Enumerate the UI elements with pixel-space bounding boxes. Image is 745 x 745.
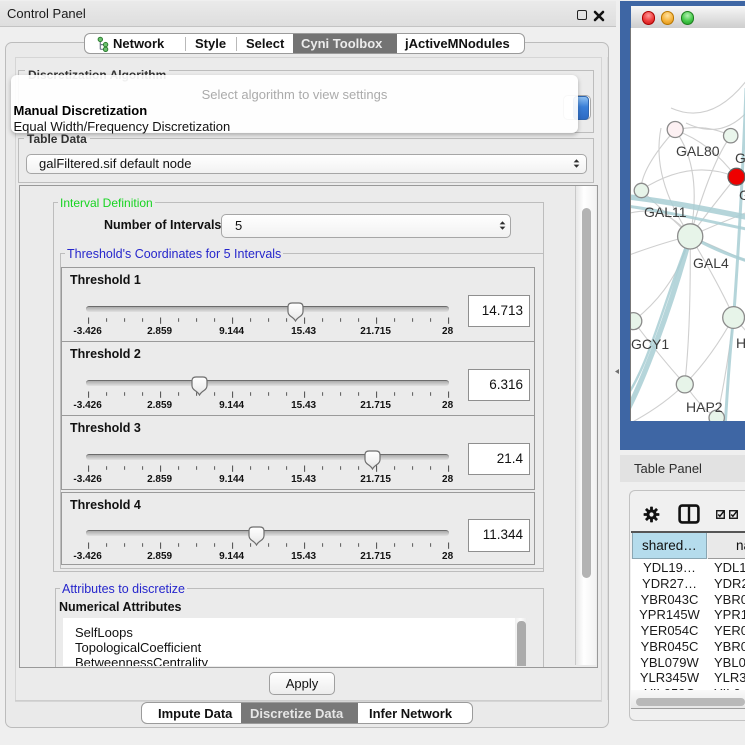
svg-text:GAL11: GAL11 [644,204,687,220]
svg-text:HAP2: HAP2 [686,399,723,415]
svg-text:G: G [739,187,745,203]
svg-text:GAL4: GAL4 [693,255,729,271]
svg-text:GA: GA [735,150,745,166]
svg-text:H: H [736,335,745,351]
svg-text:GCY1: GCY1 [631,336,669,352]
svg-text:GAL80: GAL80 [676,143,720,159]
